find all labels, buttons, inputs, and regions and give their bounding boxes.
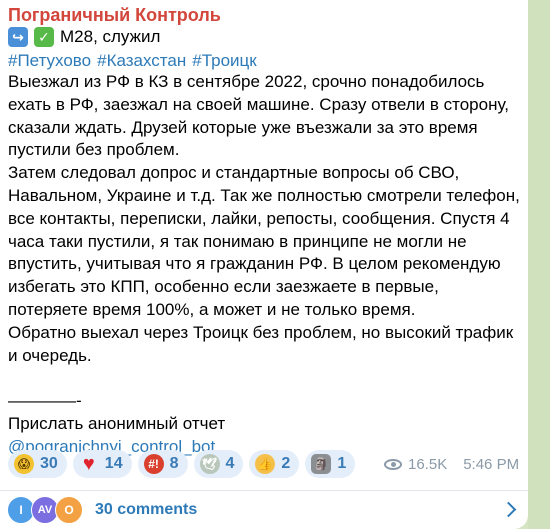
reaction-bar: 😱 30 ♥ 14 #! 8 🕊 4 👍 2 🗿 1 bbox=[8, 450, 356, 478]
author-meta-text: M28, служил bbox=[60, 27, 161, 46]
hashtag-link[interactable]: #Петухово bbox=[8, 51, 91, 70]
reaction-count: 14 bbox=[104, 455, 123, 472]
reaction-heart[interactable]: ♥ 14 bbox=[72, 450, 132, 478]
chat-background-edge bbox=[528, 0, 550, 529]
chevron-right-icon bbox=[500, 501, 517, 518]
moai-icon: 🗿 bbox=[311, 454, 332, 474]
reaction-swearing[interactable]: #! 8 bbox=[137, 450, 188, 478]
screaming-face-icon: 😱 bbox=[14, 454, 34, 474]
message-time: 5:46 PM bbox=[463, 456, 520, 473]
reaction-count: 2 bbox=[281, 455, 291, 472]
dove-icon: 🕊 bbox=[199, 454, 220, 474]
thumbs-up-icon: 👍 bbox=[255, 454, 276, 474]
message-paragraph: Выезжал из РФ в КЗ в сентябре 2022, сроч… bbox=[8, 72, 509, 160]
reaction-count: 1 bbox=[337, 455, 347, 472]
avatar: O bbox=[55, 496, 83, 524]
heart-icon: ♥ bbox=[82, 452, 95, 475]
channel-name[interactable]: Пограничный Контроль bbox=[8, 4, 221, 26]
message-stats: 16.5K 5:46 PM bbox=[384, 456, 519, 473]
message-bubble[interactable]: Пограничный Контроль ↪ ✓ M28, служил #Пе… bbox=[0, 0, 528, 529]
report-text: Прислать анонимный отчет bbox=[8, 413, 226, 433]
view-count: 16.5K bbox=[408, 456, 448, 473]
comments-label: 30 comments bbox=[95, 501, 198, 518]
eye-icon bbox=[384, 459, 402, 470]
hashtag-list: #Петухово #Казахстан #Троицк bbox=[8, 50, 263, 72]
swearing-face-icon: #! bbox=[143, 454, 164, 474]
comments-button[interactable]: I AV O 30 comments bbox=[0, 491, 528, 529]
return-arrow-icon: ↪ bbox=[8, 27, 28, 47]
hashtag-link[interactable]: #Казахстан bbox=[97, 51, 186, 70]
message-paragraph: Обратно выехал через Троицк без проблем,… bbox=[8, 322, 514, 365]
reaction-thumbs-up[interactable]: 👍 2 bbox=[249, 450, 300, 478]
message-paragraph: Затем следовал допрос и стандартные вопр… bbox=[8, 163, 520, 319]
reaction-screaming[interactable]: 😱 30 bbox=[8, 450, 67, 478]
hashtag-link[interactable]: #Троицк bbox=[192, 51, 256, 70]
reaction-count: 4 bbox=[225, 455, 235, 472]
reaction-dove[interactable]: 🕊 4 bbox=[193, 450, 244, 478]
reaction-moai[interactable]: 🗿 1 bbox=[305, 450, 356, 478]
commenter-avatars: I AV O bbox=[7, 496, 85, 524]
check-mark-icon: ✓ bbox=[34, 27, 54, 47]
author-meta-line: ↪ ✓ M28, служил bbox=[8, 26, 160, 48]
separator-text: ————- bbox=[8, 391, 82, 411]
reaction-count: 8 bbox=[169, 455, 179, 472]
message-body: Выезжал из РФ в КЗ в сентябре 2022, сроч… bbox=[8, 71, 520, 459]
reaction-count: 30 bbox=[40, 455, 58, 472]
